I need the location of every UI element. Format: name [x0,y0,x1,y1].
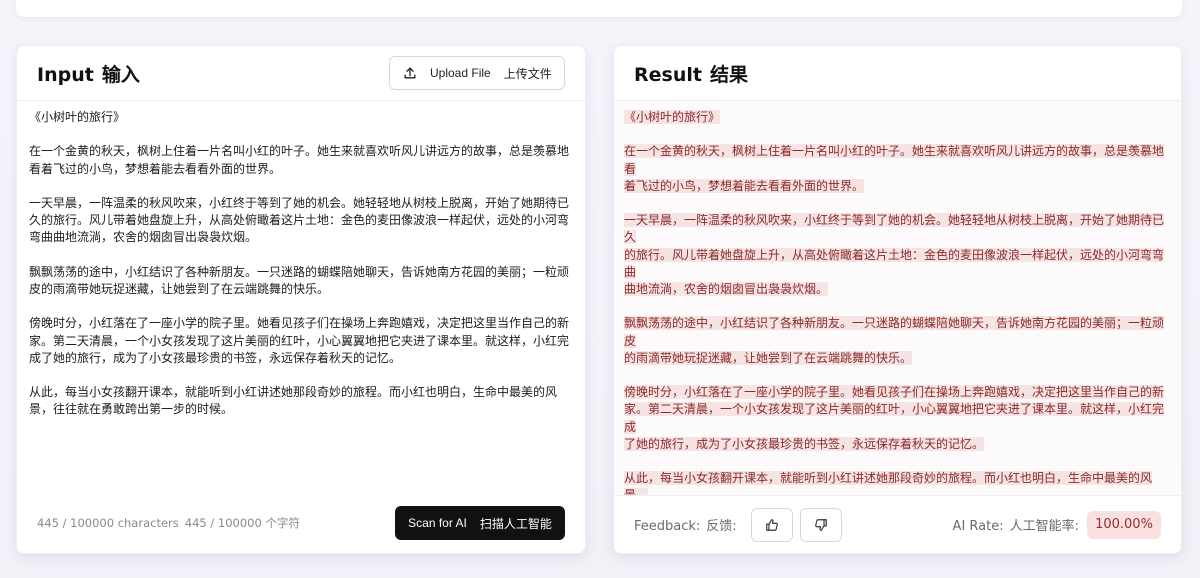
highlighted-line: 着飞过的小鸟，梦想着能去看看外面的世界。 [624,178,865,193]
result-highlighted-text: 《小树叶的旅行》 在一个金黄的秋天，枫树上住着一片名叫小红的叶子。她生来就喜欢听… [624,109,1171,522]
input-textarea[interactable]: 《小树叶的旅行》 在一个金黄的秋天，枫树上住着一片名叫小红的叶子。她生来就喜欢听… [17,101,585,419]
highlighted-line: 曲地流淌，农舍的烟囱冒出袅袅炊烟。 [624,282,829,297]
upload-file-button[interactable]: Upload File 上传文件 [389,56,565,90]
scan-label-en: Scan for AI [408,516,467,530]
input-panel-header: Input 输入 Upload File 上传文件 [17,46,585,101]
highlighted-line: 一天早晨，一阵温柔的秋风吹来，小红终于等到了她的机会。她轻轻地从树枝上脱离，开始… [624,213,1165,245]
ai-rate-label: AI Rate: 人工智能率: [953,515,1079,534]
ai-rate-badge: 100.00% [1087,510,1161,539]
thumbs-down-icon [814,518,827,531]
highlighted-line: 在一个金黄的秋天，枫树上住着一片名叫小红的叶子。她生来就喜欢听风儿讲远方的故事，… [624,144,1165,176]
result-footer: Feedback: 反馈: AI Rate: 人工智能率: 100.00% [614,495,1181,553]
highlighted-line: 的雨滴带她玩捉迷藏，让她尝到了在云端跳舞的快乐。 [624,350,913,365]
upload-label-zh: 上传文件 [503,66,552,81]
input-title-zh: 输入 [101,63,140,86]
input-title-en: Input [37,63,94,86]
highlighted-line: 傍晚时分，小红落在了一座小学的院子里。她看见孩子们在操场上奔跑嬉戏，决定把这里当… [624,385,1165,400]
char-count-zh: 445 / 100000 个字符 [184,516,300,530]
ai-rate-label-en: AI Rate: [952,519,1004,534]
thumbs-down-button[interactable] [799,507,842,542]
result-body: 《小树叶的旅行》 在一个金黄的秋天，枫树上住着一片名叫小红的叶子。她生来就喜欢听… [614,101,1181,520]
upload-label-en: Upload File [430,66,491,80]
input-title: Input 输入 [37,60,140,87]
ai-rate-label-zh: 人工智能率: [1009,519,1079,534]
thumbs-up-icon [765,518,778,531]
highlighted-line: 《小树叶的旅行》 [624,110,721,124]
result-panel-header: Result 结果 [614,46,1181,101]
char-count: 445 / 100000 characters 445 / 100000 个字符 [37,515,300,531]
feedback-label-zh: 反馈: [706,519,737,534]
input-footer: 445 / 100000 characters 445 / 100000 个字符 … [17,493,585,553]
result-title: Result 结果 [634,60,748,87]
char-count-en: 445 / 100000 characters [37,516,179,530]
feedback-label-en: Feedback: [634,519,701,534]
result-title-zh: 结果 [709,63,748,86]
upload-icon [404,67,416,79]
scan-label-zh: 扫描人工智能 [479,516,552,531]
thumbs-up-button[interactable] [750,507,793,542]
highlighted-line: 家。第二天清晨，一个小女孩发现了这片美丽的红叶，小心翼翼地把它夹进了课本里。就这… [624,402,1165,434]
result-title-en: Result [634,63,702,86]
top-strip [16,0,1182,17]
highlighted-line: 了她的旅行，成为了小女孩最珍贵的书签，永远保存着秋天的记忆。 [624,436,985,451]
scan-for-ai-button[interactable]: Scan for AI 扫描人工智能 [395,506,565,540]
highlighted-line: 的旅行。风儿带着她盘旋上升，从高处俯瞰着这片土地：金色的麦田像波浪一样起伏，远处… [624,247,1165,279]
result-panel: Result 结果 《小树叶的旅行》 在一个金黄的秋天，枫树上住着一片名叫小红的叶… [613,45,1182,554]
highlighted-line: 飘飘荡荡的途中，小红结识了各种新朋友。一只迷路的蝴蝶陪她聊天，告诉她南方花园的美… [624,316,1165,348]
feedback-label: Feedback: 反馈: [634,515,737,534]
input-panel: Input 输入 Upload File 上传文件 《小树叶的旅行》 在一个金黄的秋… [16,45,586,554]
